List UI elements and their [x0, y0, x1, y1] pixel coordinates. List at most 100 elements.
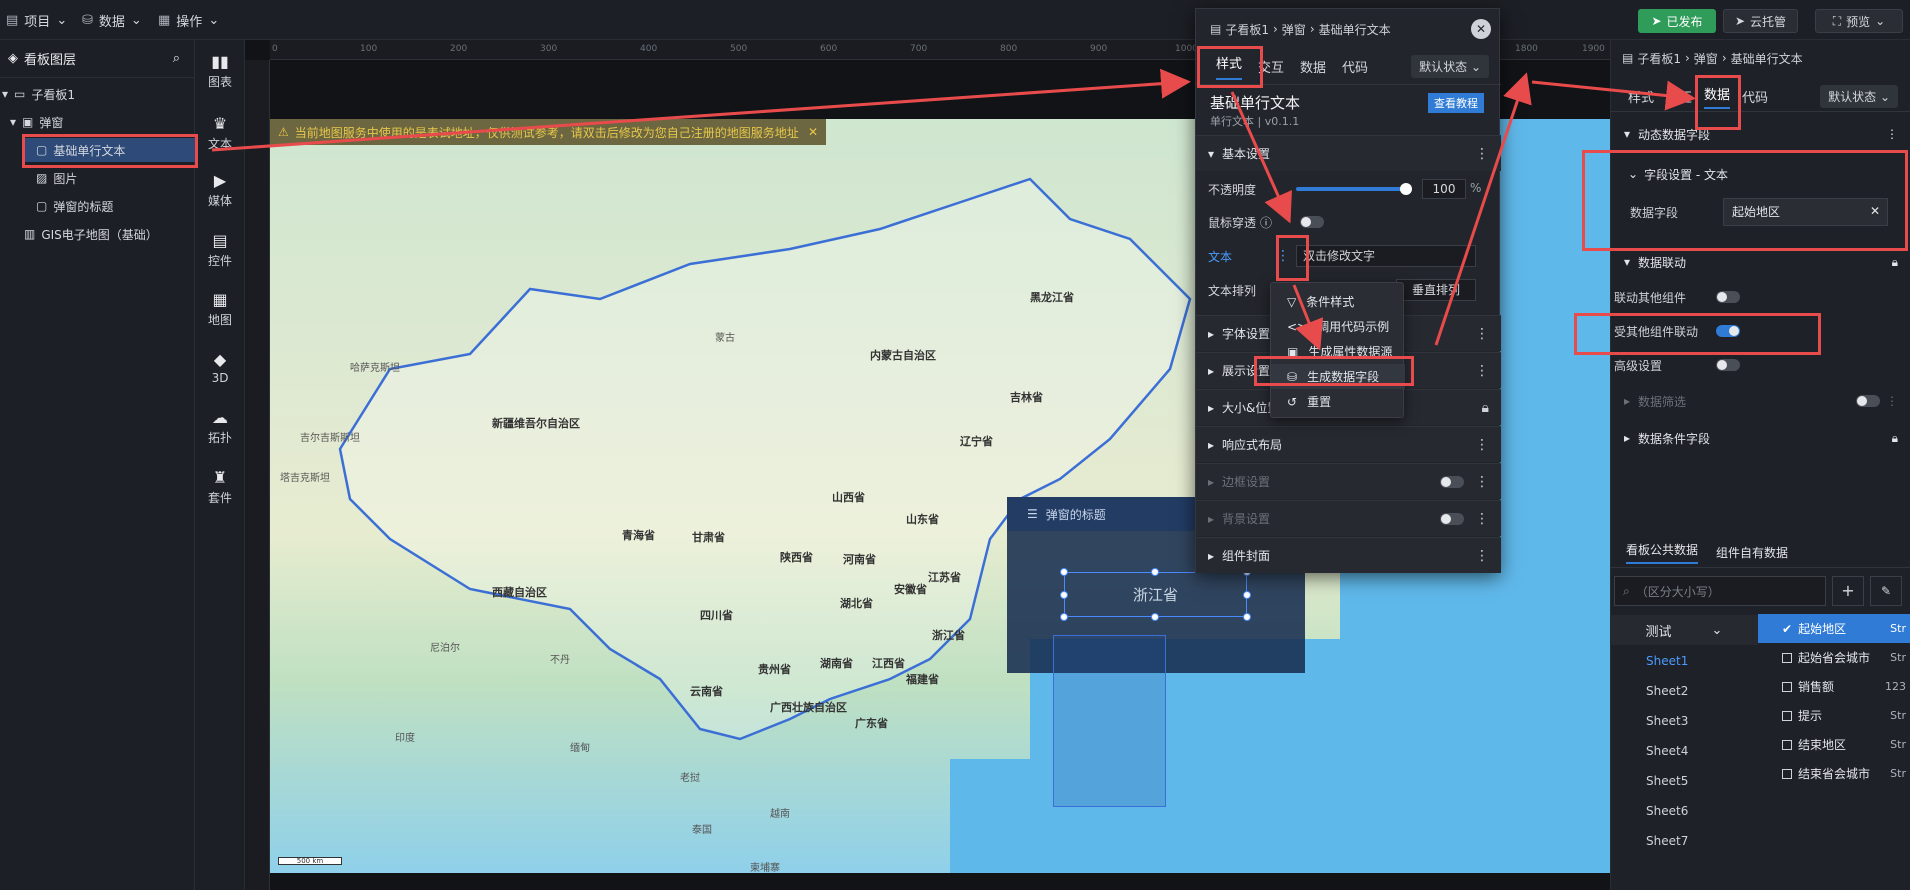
- sheet-item[interactable]: Sheet6: [1610, 796, 1758, 826]
- resize-handle[interactable]: [1243, 613, 1251, 621]
- field-item[interactable]: 结束地区 Str: [1758, 730, 1910, 759]
- border-toggle[interactable]: [1440, 476, 1464, 488]
- layer-item-board[interactable]: ▾ ▭ 子看板1: [2, 82, 195, 106]
- tutorial-button[interactable]: 查看教程: [1428, 93, 1484, 113]
- sheet-item[interactable]: Sheet2: [1610, 676, 1758, 706]
- layer-item-gis-map[interactable]: ▥ GIS电子地图（基础）: [10, 222, 195, 246]
- more-icon[interactable]: ⋮: [1886, 127, 1898, 141]
- menu-item-reset[interactable]: ↺ 重置: [1271, 389, 1405, 414]
- checkbox-icon[interactable]: [1782, 681, 1792, 692]
- component-map[interactable]: ▦ 地图: [195, 290, 245, 328]
- mouse-through-toggle[interactable]: [1300, 216, 1324, 228]
- menu-item-condition-style[interactable]: ▽ 条件样式: [1271, 289, 1405, 314]
- section-basic[interactable]: ▾ 基本设置 ⋮: [1196, 135, 1501, 171]
- checkbox-icon[interactable]: [1782, 768, 1792, 779]
- component-suite[interactable]: ♜ 套件: [195, 468, 245, 506]
- edit-button[interactable]: ✎: [1870, 576, 1902, 606]
- tab-public-data[interactable]: 看板公共数据: [1626, 541, 1699, 564]
- field-item[interactable]: 起始省会城市 Str: [1758, 643, 1910, 672]
- tab-interaction[interactable]: 交互: [1666, 87, 1692, 106]
- section-cover[interactable]: ▸ 组件封面 ⋮: [1196, 537, 1501, 573]
- component-media[interactable]: ▶ 媒体: [195, 171, 245, 209]
- close-icon[interactable]: ✕: [808, 125, 818, 139]
- resize-handle[interactable]: [1151, 568, 1159, 576]
- slider-handle[interactable]: [1400, 183, 1412, 195]
- sheet-item[interactable]: Sheet3: [1610, 706, 1758, 736]
- state-select[interactable]: 默认状态 ⌄: [1820, 85, 1898, 108]
- edit-icon: ✎: [1880, 584, 1892, 598]
- cloud-host-button[interactable]: ➤ 云托管: [1723, 9, 1798, 33]
- menu-operation[interactable]: ▦ 操作 ⌄: [158, 0, 219, 40]
- condition-field-section[interactable]: ▸ 数据条件字段 🔒︎: [1610, 423, 1910, 453]
- resize-handle[interactable]: [1060, 613, 1068, 621]
- tab-data[interactable]: 数据: [1300, 57, 1326, 76]
- field-item[interactable]: 结束省会城市 Str: [1758, 759, 1910, 788]
- component-control[interactable]: ▤ 控件: [195, 231, 245, 269]
- layer-item-image[interactable]: ▨ 图片: [22, 166, 195, 190]
- dynamic-field-section[interactable]: ▾ 动态数据字段 ⋮: [1610, 120, 1910, 148]
- tab-style[interactable]: 样式: [1628, 87, 1654, 106]
- publish-button[interactable]: ➤ 已发布: [1638, 9, 1716, 33]
- close-icon[interactable]: ✕: [1471, 19, 1491, 39]
- resize-handle[interactable]: [1243, 591, 1251, 599]
- checkbox-icon[interactable]: [1782, 710, 1792, 721]
- more-icon[interactable]: ⋮: [1475, 363, 1489, 379]
- menu-item-code-example[interactable]: <> 调用代码示例: [1271, 314, 1405, 339]
- layer-item-popup[interactable]: ▾ ▣ 弹窗: [10, 110, 195, 134]
- sheet-item[interactable]: Sheet1: [1610, 646, 1758, 676]
- section-border[interactable]: ▸ 边框设置 ⋮: [1196, 463, 1501, 499]
- section-responsive[interactable]: ▸ 响应式布局 ⋮: [1196, 426, 1501, 462]
- data-linkage-section[interactable]: ▾ 数据联动 🔒︎: [1610, 248, 1910, 276]
- more-icon[interactable]: ⋮: [1475, 146, 1489, 162]
- add-button[interactable]: +: [1832, 576, 1864, 606]
- tab-own-data[interactable]: 组件自有数据: [1716, 544, 1788, 561]
- search-input[interactable]: ⌕ （区分大小写）: [1614, 576, 1826, 606]
- sheet-item[interactable]: Sheet7: [1610, 826, 1758, 856]
- lock-icon[interactable]: 🔒︎: [1482, 400, 1489, 416]
- advanced-toggle[interactable]: [1716, 359, 1740, 371]
- field-item[interactable]: 提示 Str: [1758, 701, 1910, 730]
- component-chart[interactable]: ▮▮ 图表: [195, 52, 245, 90]
- checkbox-icon[interactable]: [1782, 652, 1792, 663]
- state-select[interactable]: 默认状态 ⌄: [1411, 55, 1489, 78]
- component-text[interactable]: ♛ 文本: [195, 114, 245, 152]
- more-icon[interactable]: ⋮: [1475, 437, 1489, 453]
- text-input[interactable]: 双击修改文字: [1296, 245, 1476, 267]
- more-icon[interactable]: ⋮: [1886, 394, 1898, 408]
- layer-item-popup-title[interactable]: ▢ 弹窗的标题: [22, 194, 195, 218]
- more-icon[interactable]: ⋮: [1475, 511, 1489, 527]
- data-filter-section[interactable]: ▸ 数据筛选 ⋮: [1610, 386, 1910, 416]
- opacity-input[interactable]: 100: [1422, 179, 1466, 199]
- vertical-align-option[interactable]: 垂直排列: [1396, 279, 1476, 301]
- section-background[interactable]: ▸ 背景设置 ⋮: [1196, 500, 1501, 536]
- more-icon[interactable]: ⋮: [1475, 548, 1489, 564]
- selected-text-widget[interactable]: 浙江省: [1064, 572, 1247, 617]
- filter-toggle[interactable]: [1856, 395, 1880, 407]
- preview-button[interactable]: ⛶ 预览 ⌄: [1815, 9, 1903, 33]
- more-icon[interactable]: ⋮: [1475, 326, 1489, 342]
- resize-handle[interactable]: [1060, 591, 1068, 599]
- link-other-toggle[interactable]: [1716, 291, 1740, 303]
- tab-code[interactable]: 代码: [1742, 87, 1768, 106]
- opacity-slider[interactable]: [1296, 187, 1406, 191]
- popup-image[interactable]: [1053, 635, 1166, 807]
- sheet-item[interactable]: Sheet5: [1610, 766, 1758, 796]
- sheet-item[interactable]: Sheet4: [1610, 736, 1758, 766]
- menu-data[interactable]: ⛁ 数据 ⌄: [82, 0, 142, 40]
- dataset-select[interactable]: 测试 ⌄: [1610, 615, 1758, 645]
- component-topology[interactable]: ☁ 拓扑: [195, 408, 245, 446]
- resize-handle[interactable]: [1060, 568, 1068, 576]
- background-toggle[interactable]: [1440, 513, 1464, 525]
- help-icon[interactable]: ⓘ: [1260, 214, 1272, 231]
- lock-icon[interactable]: 🔒︎: [1892, 255, 1898, 270]
- tab-code[interactable]: 代码: [1342, 57, 1368, 76]
- resize-handle[interactable]: [1151, 613, 1159, 621]
- field-item[interactable]: ✔ 起始地区 Str: [1758, 614, 1910, 643]
- component-3d[interactable]: ◆ 3D: [195, 350, 245, 385]
- field-item[interactable]: 销售额 123: [1758, 672, 1910, 701]
- more-icon[interactable]: ⋮: [1475, 474, 1489, 490]
- lock-icon[interactable]: 🔒︎: [1892, 431, 1898, 446]
- search-icon[interactable]: ⌕: [173, 51, 180, 66]
- menu-project[interactable]: ▤ 项目 ⌄: [6, 0, 67, 40]
- checkbox-icon[interactable]: [1782, 739, 1792, 750]
